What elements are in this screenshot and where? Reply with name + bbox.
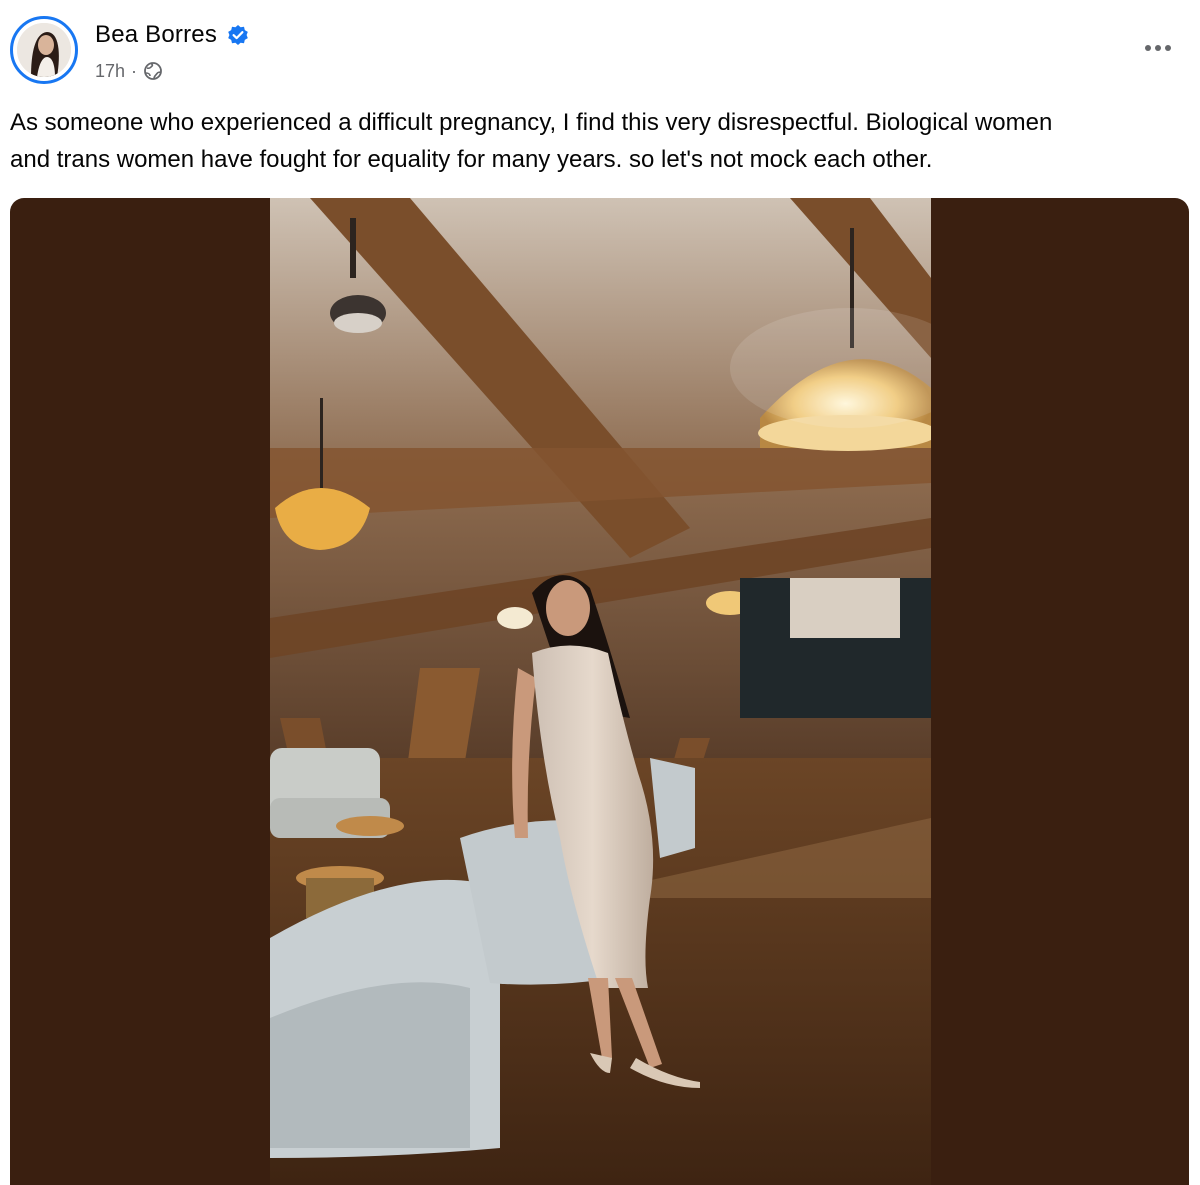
- post-meta: 17h ·: [95, 58, 163, 84]
- post-photo[interactable]: [270, 198, 931, 1185]
- verified-badge-icon: [227, 24, 249, 46]
- globe-icon[interactable]: [143, 61, 163, 81]
- post-header: Bea Borres 17h ·: [0, 0, 1200, 100]
- post-timestamp[interactable]: 17h: [95, 61, 125, 82]
- post-caption: As someone who experienced a difficult p…: [10, 109, 1053, 173]
- avatar-photo: [17, 23, 71, 77]
- more-options-icon[interactable]: [1138, 36, 1178, 60]
- facebook-post: Bea Borres 17h · As someone who experien…: [0, 0, 1200, 1185]
- post-media[interactable]: [10, 198, 1189, 1185]
- author-row: Bea Borres: [95, 20, 249, 50]
- meta-separator: ·: [131, 60, 138, 81]
- author-avatar[interactable]: [10, 16, 78, 84]
- author-name[interactable]: Bea Borres: [95, 21, 217, 49]
